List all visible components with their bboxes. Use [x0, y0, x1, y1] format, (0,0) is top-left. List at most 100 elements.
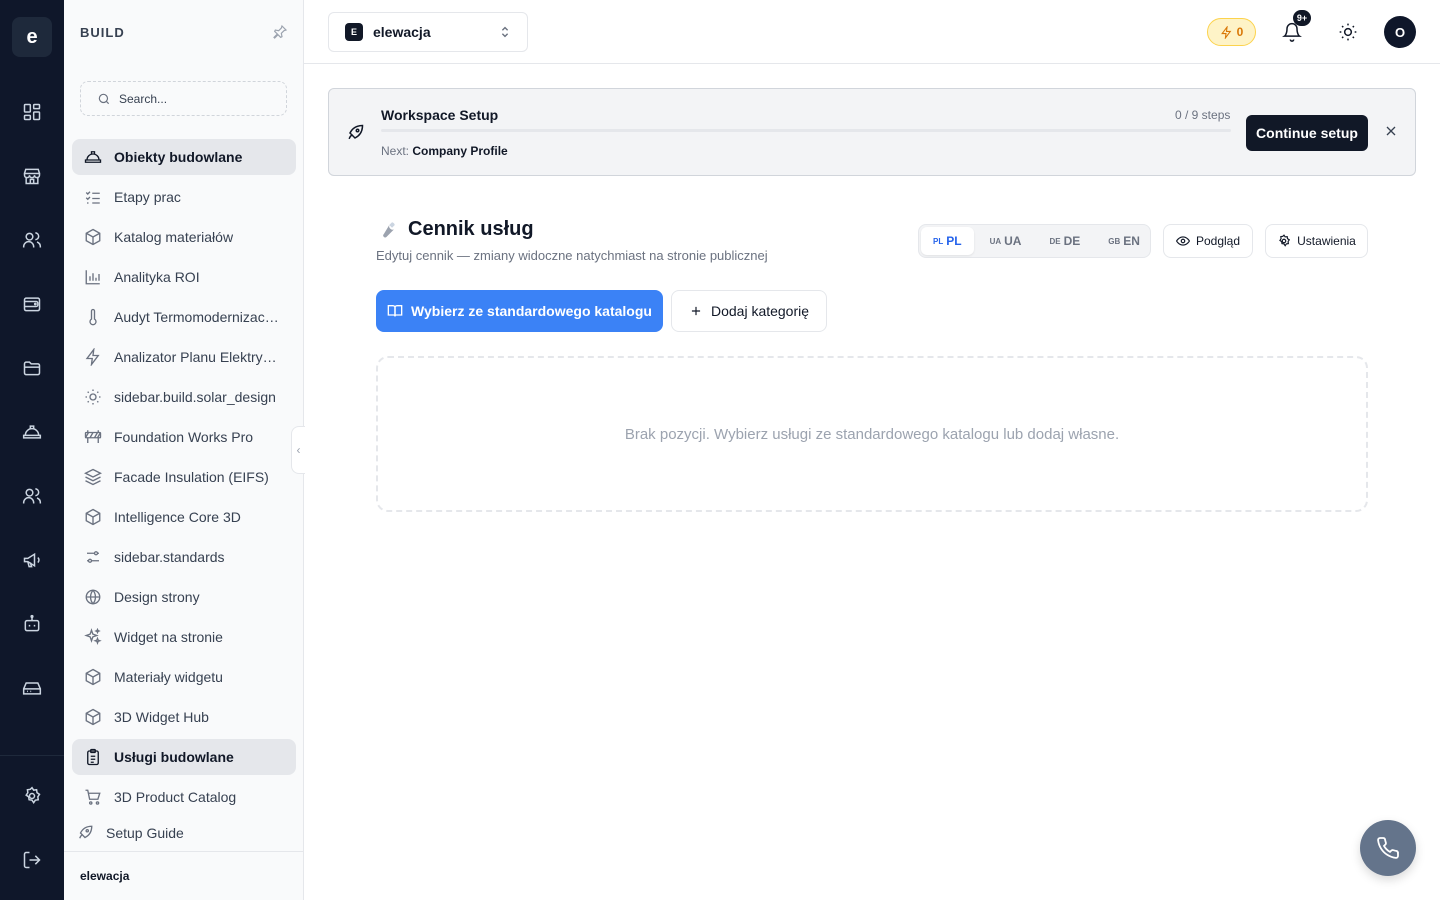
users-icon[interactable]: [12, 220, 52, 260]
rocket-icon: [348, 124, 364, 140]
sidebar-item-label: Analizator Planu Elektrycznego: [114, 349, 282, 365]
sidebar-item-3d-widget-hub[interactable]: 3D Widget Hub: [72, 699, 296, 735]
box-icon: [85, 668, 101, 686]
theme-toggle[interactable]: [1332, 16, 1364, 48]
continue-setup-button[interactable]: Continue setup: [1246, 115, 1368, 151]
lang-pl-button[interactable]: PL PL: [921, 227, 974, 255]
choose-from-catalog-label: Wybierz ze standardowego katalogu: [411, 303, 652, 319]
flag-code: DE: [1049, 236, 1061, 246]
sidebar-collapse-toggle[interactable]: ‹: [291, 426, 305, 474]
construction-helmet-icon[interactable]: [12, 412, 52, 452]
sidebar-item-label: Foundation Works Pro: [114, 429, 254, 445]
close-icon[interactable]: [1383, 123, 1399, 139]
box-icon: [85, 508, 101, 526]
notification-count-badge: 9+: [1293, 10, 1311, 26]
app-logo[interactable]: e: [12, 17, 52, 57]
sidebar-item-label: Intelligence Core 3D: [114, 509, 241, 525]
lang-label: DE: [1063, 234, 1081, 248]
credits-count: 0: [1236, 25, 1244, 39]
sidebar-item-label: Materiały widgetu: [114, 669, 223, 685]
sidebar-item-uslugi-budowlane[interactable]: Usługi budowlane: [72, 739, 296, 775]
sidebar-item-label: Obiekty budowlane: [114, 149, 243, 165]
user-avatar[interactable]: O: [1384, 16, 1416, 48]
sidebar-item-analizator-planu[interactable]: Analizator Planu Elektrycznego: [72, 339, 296, 375]
choose-from-catalog-button[interactable]: Wybierz ze standardowego katalogu: [376, 290, 663, 332]
clipboard-icon: [87, 748, 99, 766]
sun-icon: [1339, 23, 1357, 41]
notifications-button[interactable]: 9+: [1276, 10, 1311, 48]
settings-icon[interactable]: [12, 776, 52, 816]
setup-progress-bar: [381, 129, 1231, 132]
lang-de-button[interactable]: DE DE: [1037, 227, 1092, 255]
page-title: Cennik usług: [376, 218, 534, 241]
preview-button[interactable]: Podgląd: [1163, 224, 1253, 258]
rocket-icon: [79, 825, 93, 839]
layers-icon: [84, 468, 102, 486]
bolt-icon: [85, 348, 100, 366]
sidebar-item-etapy-prac[interactable]: Etapy prac: [72, 179, 296, 215]
add-category-button[interactable]: Dodaj kategorię: [671, 290, 827, 332]
lang-en-button[interactable]: GB EN: [1096, 227, 1152, 255]
flag-code: PL: [933, 236, 944, 246]
sidebar-item-label: Design strony: [114, 589, 200, 605]
gear-icon: [1279, 234, 1291, 247]
language-switcher: PL PL UA UA DE DE GB EN: [918, 224, 1151, 258]
sidebar-item-foundation-works[interactable]: Foundation Works Pro: [72, 419, 296, 455]
settings-label: Ustawienia: [1297, 234, 1356, 248]
lang-label: PL: [946, 234, 962, 248]
team-icon[interactable]: [12, 476, 52, 516]
search-input[interactable]: [119, 91, 269, 106]
workspace-selector[interactable]: E elewacja: [328, 12, 528, 52]
sidebar-item-standards[interactable]: sidebar.standards: [72, 539, 296, 575]
sidebar-item-analityka-roi[interactable]: Analityka ROI: [72, 259, 296, 295]
sidebar-item-label: Widget na stronie: [114, 629, 223, 645]
wrench-icon: [383, 221, 395, 237]
sidebar-item-label: Audyt Termomodernizacyjny: [114, 309, 282, 325]
pin-icon[interactable]: [272, 24, 288, 40]
lang-ua-button[interactable]: UA UA: [978, 227, 1034, 255]
eye-icon: [1175, 236, 1190, 246]
sidebar-footer-workspace[interactable]: elewacja: [64, 851, 304, 900]
sidebar-item-facade-insulation[interactable]: Facade Insulation (EIFS): [72, 459, 296, 495]
helmet-icon: [84, 151, 102, 163]
folder-icon[interactable]: [12, 348, 52, 388]
dashboard-icon[interactable]: [12, 92, 52, 132]
setup-next-step: Next: Company Profile: [381, 144, 508, 158]
storage-icon[interactable]: [12, 668, 52, 708]
sparkles-icon: [84, 628, 102, 645]
call-button[interactable]: [1360, 820, 1416, 876]
sidebar-search[interactable]: [80, 81, 287, 116]
sidebar-item-solar-design[interactable]: sidebar.build.solar_design: [72, 379, 296, 415]
flag-code: GB: [1108, 236, 1121, 246]
setup-next-value: Company Profile: [412, 144, 508, 158]
wallet-icon[interactable]: [12, 284, 52, 324]
sidebar-item-obiekty-budowlane[interactable]: Obiekty budowlane: [72, 139, 296, 175]
setup-guide-link[interactable]: Setup Guide: [76, 820, 184, 846]
thermometer-icon: [89, 308, 97, 326]
sidebar-item-katalog-materialow[interactable]: Katalog materiałów: [72, 219, 296, 255]
bot-icon[interactable]: [12, 604, 52, 644]
sidebar-item-3d-product-catalog[interactable]: 3D Product Catalog: [72, 779, 296, 815]
sidebar-nav: Obiekty budowlane Etapy prac Katalog mat…: [72, 139, 296, 819]
lang-label: UA: [1004, 234, 1022, 248]
sidebar-item-design-strony[interactable]: Design strony: [72, 579, 296, 615]
sidebar: BUILD Obiekty budowlane Etapy prac Katal…: [64, 0, 304, 900]
sidebar-item-intelligence-core[interactable]: Intelligence Core 3D: [72, 499, 296, 535]
logout-icon[interactable]: [12, 840, 52, 880]
sidebar-item-label: Katalog materiałów: [114, 229, 234, 245]
sidebar-item-materialy-widgetu[interactable]: Materiały widgetu: [72, 659, 296, 695]
sidebar-item-audyt-termomodernizacyjny[interactable]: Audyt Termomodernizacyjny: [72, 299, 296, 335]
sidebar-item-label: Etapy prac: [114, 189, 181, 205]
credits-badge[interactable]: 0: [1207, 18, 1256, 46]
top-bar: E elewacja 0 9+ O: [304, 0, 1440, 64]
settings-button[interactable]: Ustawienia: [1265, 224, 1368, 258]
sun-icon: [85, 389, 101, 405]
plus-icon: [691, 306, 701, 316]
store-icon[interactable]: [12, 156, 52, 196]
add-category-label: Dodaj kategorię: [710, 303, 810, 319]
sidebar-item-widget-na-stronie[interactable]: Widget na stronie: [72, 619, 296, 655]
sidebar-item-label: Facade Insulation (EIFS): [114, 469, 269, 485]
sliders-icon: [87, 551, 99, 563]
box-icon: [85, 228, 101, 246]
megaphone-icon[interactable]: [12, 540, 52, 580]
